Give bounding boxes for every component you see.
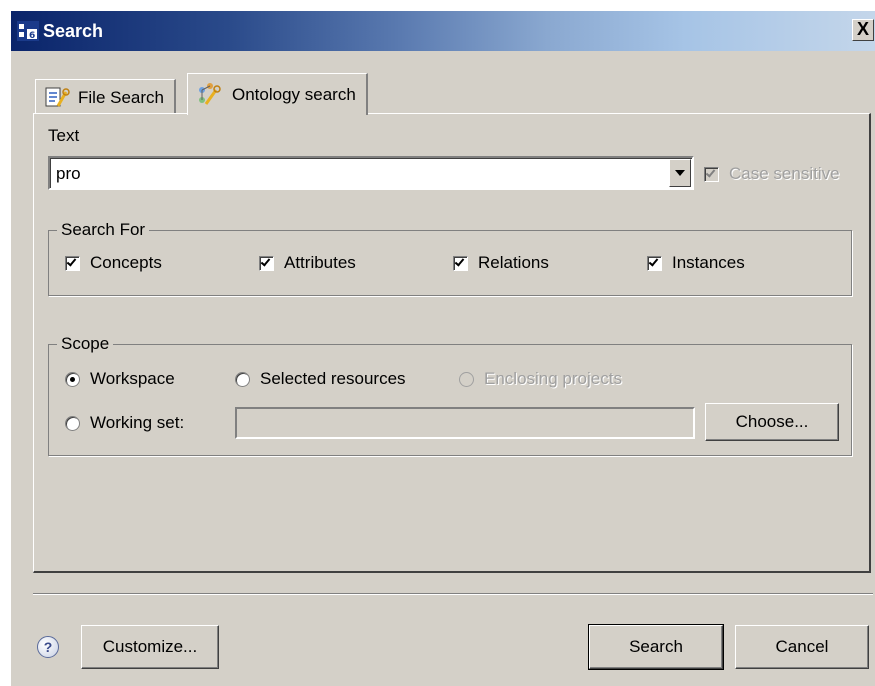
workspace-radio[interactable]: Workspace	[65, 369, 175, 389]
window-title: Search	[43, 21, 104, 41]
file-search-icon	[45, 87, 70, 107]
concepts-check-icon	[65, 255, 80, 271]
tab-file-search[interactable]: File Search	[35, 79, 176, 115]
relations-checkbox[interactable]: Relations	[453, 253, 549, 273]
ontology-search-icon	[199, 82, 221, 105]
customize-button[interactable]: Customize...	[81, 625, 219, 669]
case-sensitive-checkbox[interactable]: Case sensitive	[704, 164, 840, 184]
choose-button[interactable]: Choose...	[705, 403, 839, 441]
instances-check-icon	[647, 255, 662, 271]
enclosing-projects-radio-icon	[459, 371, 474, 387]
tab-ontology-search[interactable]: Ontology search	[187, 73, 368, 115]
ontology-search-panel: Text pro Case sensitive Search For Conce…	[33, 113, 871, 573]
close-icon: X	[856, 19, 869, 39]
combo-dropdown-button[interactable]	[669, 159, 691, 187]
attributes-check-icon	[259, 255, 274, 271]
search-text-combo[interactable]: pro	[48, 156, 694, 190]
concepts-label: Concepts	[90, 253, 162, 272]
tab-file-search-label: File Search	[78, 87, 164, 107]
search-for-group: Search For Concepts Attributes Relations…	[48, 220, 852, 296]
svg-text:6: 6	[29, 31, 35, 41]
instances-label: Instances	[672, 253, 745, 272]
working-set-radio[interactable]: Working set:	[65, 413, 184, 433]
cancel-button[interactable]: Cancel	[735, 625, 869, 669]
chevron-down-icon	[675, 170, 685, 176]
attributes-checkbox[interactable]: Attributes	[259, 253, 356, 273]
cancel-label: Cancel	[775, 637, 829, 656]
working-set-label: Working set:	[90, 413, 185, 432]
scope-title: Scope	[57, 334, 114, 354]
help-icon[interactable]: ?	[37, 636, 59, 658]
separator	[33, 593, 873, 595]
choose-label: Choose...	[735, 412, 809, 431]
customize-label: Customize...	[102, 637, 198, 656]
selected-resources-radio[interactable]: Selected resources	[235, 369, 406, 389]
case-sensitive-label: Case sensitive	[729, 164, 840, 183]
search-button[interactable]: Search	[588, 624, 724, 670]
search-button-label: Search	[629, 637, 683, 656]
relations-check-icon	[453, 255, 468, 271]
working-set-field[interactable]	[235, 407, 695, 439]
enclosing-projects-label: Enclosing projects	[484, 369, 622, 388]
case-sensitive-check-icon	[704, 166, 719, 182]
selected-resources-label: Selected resources	[260, 369, 406, 388]
tab-ontology-search-label: Ontology search	[232, 84, 356, 104]
instances-checkbox[interactable]: Instances	[647, 253, 745, 273]
concepts-checkbox[interactable]: Concepts	[65, 253, 162, 273]
search-app-icon: 6	[17, 21, 39, 41]
workspace-radio-icon	[65, 371, 80, 387]
search-dialog: 6 Search X File Search Ontology search T…	[10, 10, 875, 686]
scope-group: Scope Workspace Selected resources Enclo…	[48, 334, 852, 456]
search-text-value: pro	[56, 164, 81, 183]
relations-label: Relations	[478, 253, 549, 272]
workspace-label: Workspace	[90, 369, 175, 388]
attributes-label: Attributes	[284, 253, 356, 272]
search-for-title: Search For	[57, 220, 150, 240]
close-button[interactable]: X	[852, 19, 874, 41]
title-bar[interactable]: 6 Search X	[11, 11, 875, 51]
selected-resources-radio-icon	[235, 371, 250, 387]
working-set-radio-icon	[65, 415, 80, 431]
enclosing-projects-radio[interactable]: Enclosing projects	[459, 369, 622, 389]
text-label: Text	[48, 126, 80, 145]
